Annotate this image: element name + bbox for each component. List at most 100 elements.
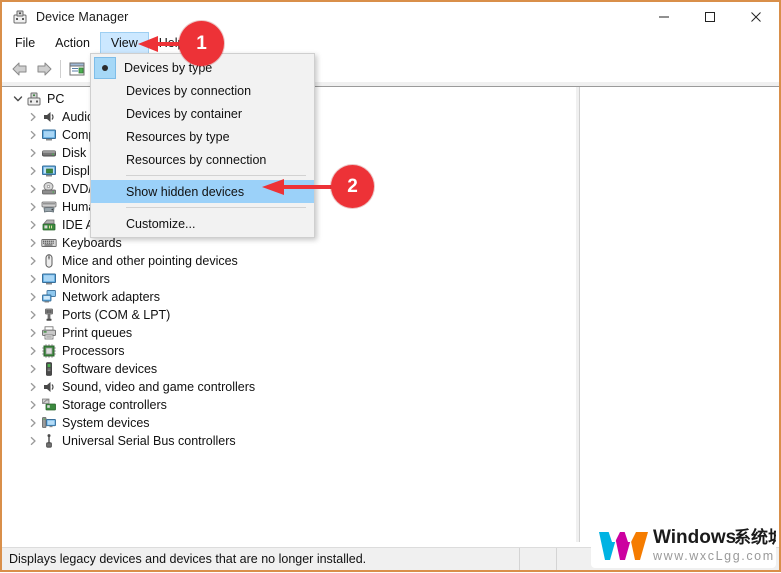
chevron-right-icon[interactable]	[25, 289, 41, 305]
mouse-icon	[41, 253, 57, 269]
tree-row[interactable]: Sound, video and game controllers	[3, 378, 577, 396]
menu-separator	[126, 207, 306, 208]
tree-item-label: Mice and other pointing devices	[62, 254, 238, 268]
menu-item-label: Show hidden devices	[126, 184, 245, 199]
chevron-right-icon[interactable]	[25, 307, 41, 323]
tree-row[interactable]: System devices	[3, 414, 577, 432]
system-device-icon	[41, 415, 57, 431]
title-bar: Device Manager	[2, 2, 779, 32]
tree-item-label: Monitors	[62, 272, 110, 286]
chevron-right-icon[interactable]	[25, 271, 41, 287]
tree-item-label: Sound, video and game controllers	[62, 380, 256, 394]
chevron-right-icon[interactable]	[25, 397, 41, 413]
chevron-right-icon[interactable]	[25, 181, 41, 197]
annotation-badge-1: 1	[179, 21, 224, 66]
menu-item-label: Resources by type	[126, 129, 230, 144]
hid-icon	[41, 199, 57, 215]
chevron-right-icon[interactable]	[25, 163, 41, 179]
menu-item-resources-by-type[interactable]: Resources by type	[91, 125, 314, 148]
maximize-button[interactable]	[687, 2, 733, 32]
menu-file[interactable]: File	[5, 32, 45, 55]
port-icon	[41, 307, 57, 323]
tree-row[interactable]: Software devices	[3, 360, 577, 378]
monitor-icon	[41, 127, 57, 143]
dvd-icon	[41, 181, 57, 197]
menu-item-label: Devices by connection	[126, 83, 252, 98]
chevron-right-icon[interactable]	[25, 415, 41, 431]
network-icon	[41, 289, 57, 305]
tree-row[interactable]: Ports (COM & LPT)	[3, 306, 577, 324]
menu-item-devices-by-connection[interactable]: Devices by connection	[91, 79, 314, 102]
tree-item-label: Processors	[62, 344, 125, 358]
status-cell-2	[556, 548, 579, 570]
chevron-right-icon[interactable]	[25, 325, 41, 341]
status-cell-1	[519, 548, 556, 570]
window-controls	[641, 2, 779, 32]
tree-item-label: Universal Serial Bus controllers	[62, 434, 236, 448]
tree-item-label: Print queues	[62, 326, 133, 340]
chevron-down-icon[interactable]	[10, 91, 26, 107]
device-manager-window: Device Manager File Action View Help	[0, 0, 781, 572]
chevron-right-icon[interactable]	[25, 253, 41, 269]
forward-button[interactable]	[32, 58, 56, 80]
status-bar: Displays legacy devices and devices that…	[2, 547, 779, 570]
tree-item-label: Ports (COM & LPT)	[62, 308, 171, 322]
close-button[interactable]	[733, 2, 779, 32]
software-device-icon	[41, 361, 57, 377]
properties-button[interactable]	[65, 58, 89, 80]
chevron-right-icon[interactable]	[25, 145, 41, 161]
processor-icon	[41, 343, 57, 359]
menu-item-label: Resources by connection	[126, 152, 267, 167]
speaker-icon	[41, 109, 57, 125]
tree-row[interactable]: Network adapters	[3, 288, 577, 306]
storage-icon	[41, 397, 57, 413]
chevron-right-icon[interactable]	[25, 361, 41, 377]
chevron-right-icon[interactable]	[25, 217, 41, 233]
chevron-right-icon[interactable]	[25, 235, 41, 251]
tree-row[interactable]: Universal Serial Bus controllers	[3, 432, 577, 450]
details-pane	[579, 87, 778, 542]
tree-item-label: Storage controllers	[62, 398, 167, 412]
tree-row[interactable]: Print queues	[3, 324, 577, 342]
tree-row[interactable]: Mice and other pointing devices	[3, 252, 577, 270]
usb-icon	[41, 433, 57, 449]
window-title: Device Manager	[36, 10, 129, 24]
tree-row[interactable]: Processors	[3, 342, 577, 360]
menu-item-devices-by-container[interactable]: Devices by container	[91, 102, 314, 125]
menu-action[interactable]: Action	[45, 32, 100, 55]
chevron-right-icon[interactable]	[25, 343, 41, 359]
sound-icon	[41, 379, 57, 395]
menu-separator	[126, 175, 306, 176]
monitor-icon	[41, 271, 57, 287]
annotation-arrow-2	[262, 179, 334, 195]
tree-row[interactable]: Monitors	[3, 270, 577, 288]
radio-selected-icon	[94, 56, 116, 79]
menu-item-label: Devices by container	[126, 106, 243, 121]
tree-item-label: System devices	[62, 416, 150, 430]
chevron-right-icon[interactable]	[25, 379, 41, 395]
view-dropdown-menu: Devices by type Devices by connection De…	[90, 53, 315, 238]
tree-row[interactable]: Storage controllers	[3, 396, 577, 414]
tree-root-label: PC	[47, 92, 65, 106]
chevron-right-icon[interactable]	[25, 127, 41, 143]
menu-item-resources-by-connection[interactable]: Resources by connection	[91, 148, 314, 171]
minimize-button[interactable]	[641, 2, 687, 32]
device-manager-icon	[12, 9, 28, 25]
toolbar-separator	[60, 59, 61, 78]
back-button[interactable]	[8, 58, 32, 80]
tree-item-label: Keyboards	[62, 236, 122, 250]
display-adapter-icon	[41, 163, 57, 179]
status-text: Displays legacy devices and devices that…	[9, 552, 367, 566]
chevron-right-icon[interactable]	[25, 433, 41, 449]
computer-icon	[26, 91, 42, 107]
annotation-badge-2: 2	[331, 165, 374, 208]
disk-icon	[41, 145, 57, 161]
menu-item-customize[interactable]: Customize...	[91, 212, 314, 235]
tree-item-label: Network adapters	[62, 290, 160, 304]
menu-item-label: Customize...	[126, 216, 196, 231]
tree-item-label: Software devices	[62, 362, 158, 376]
ide-icon	[41, 217, 57, 233]
chevron-right-icon[interactable]	[25, 109, 41, 125]
keyboard-icon	[41, 235, 57, 251]
chevron-right-icon[interactable]	[25, 199, 41, 215]
